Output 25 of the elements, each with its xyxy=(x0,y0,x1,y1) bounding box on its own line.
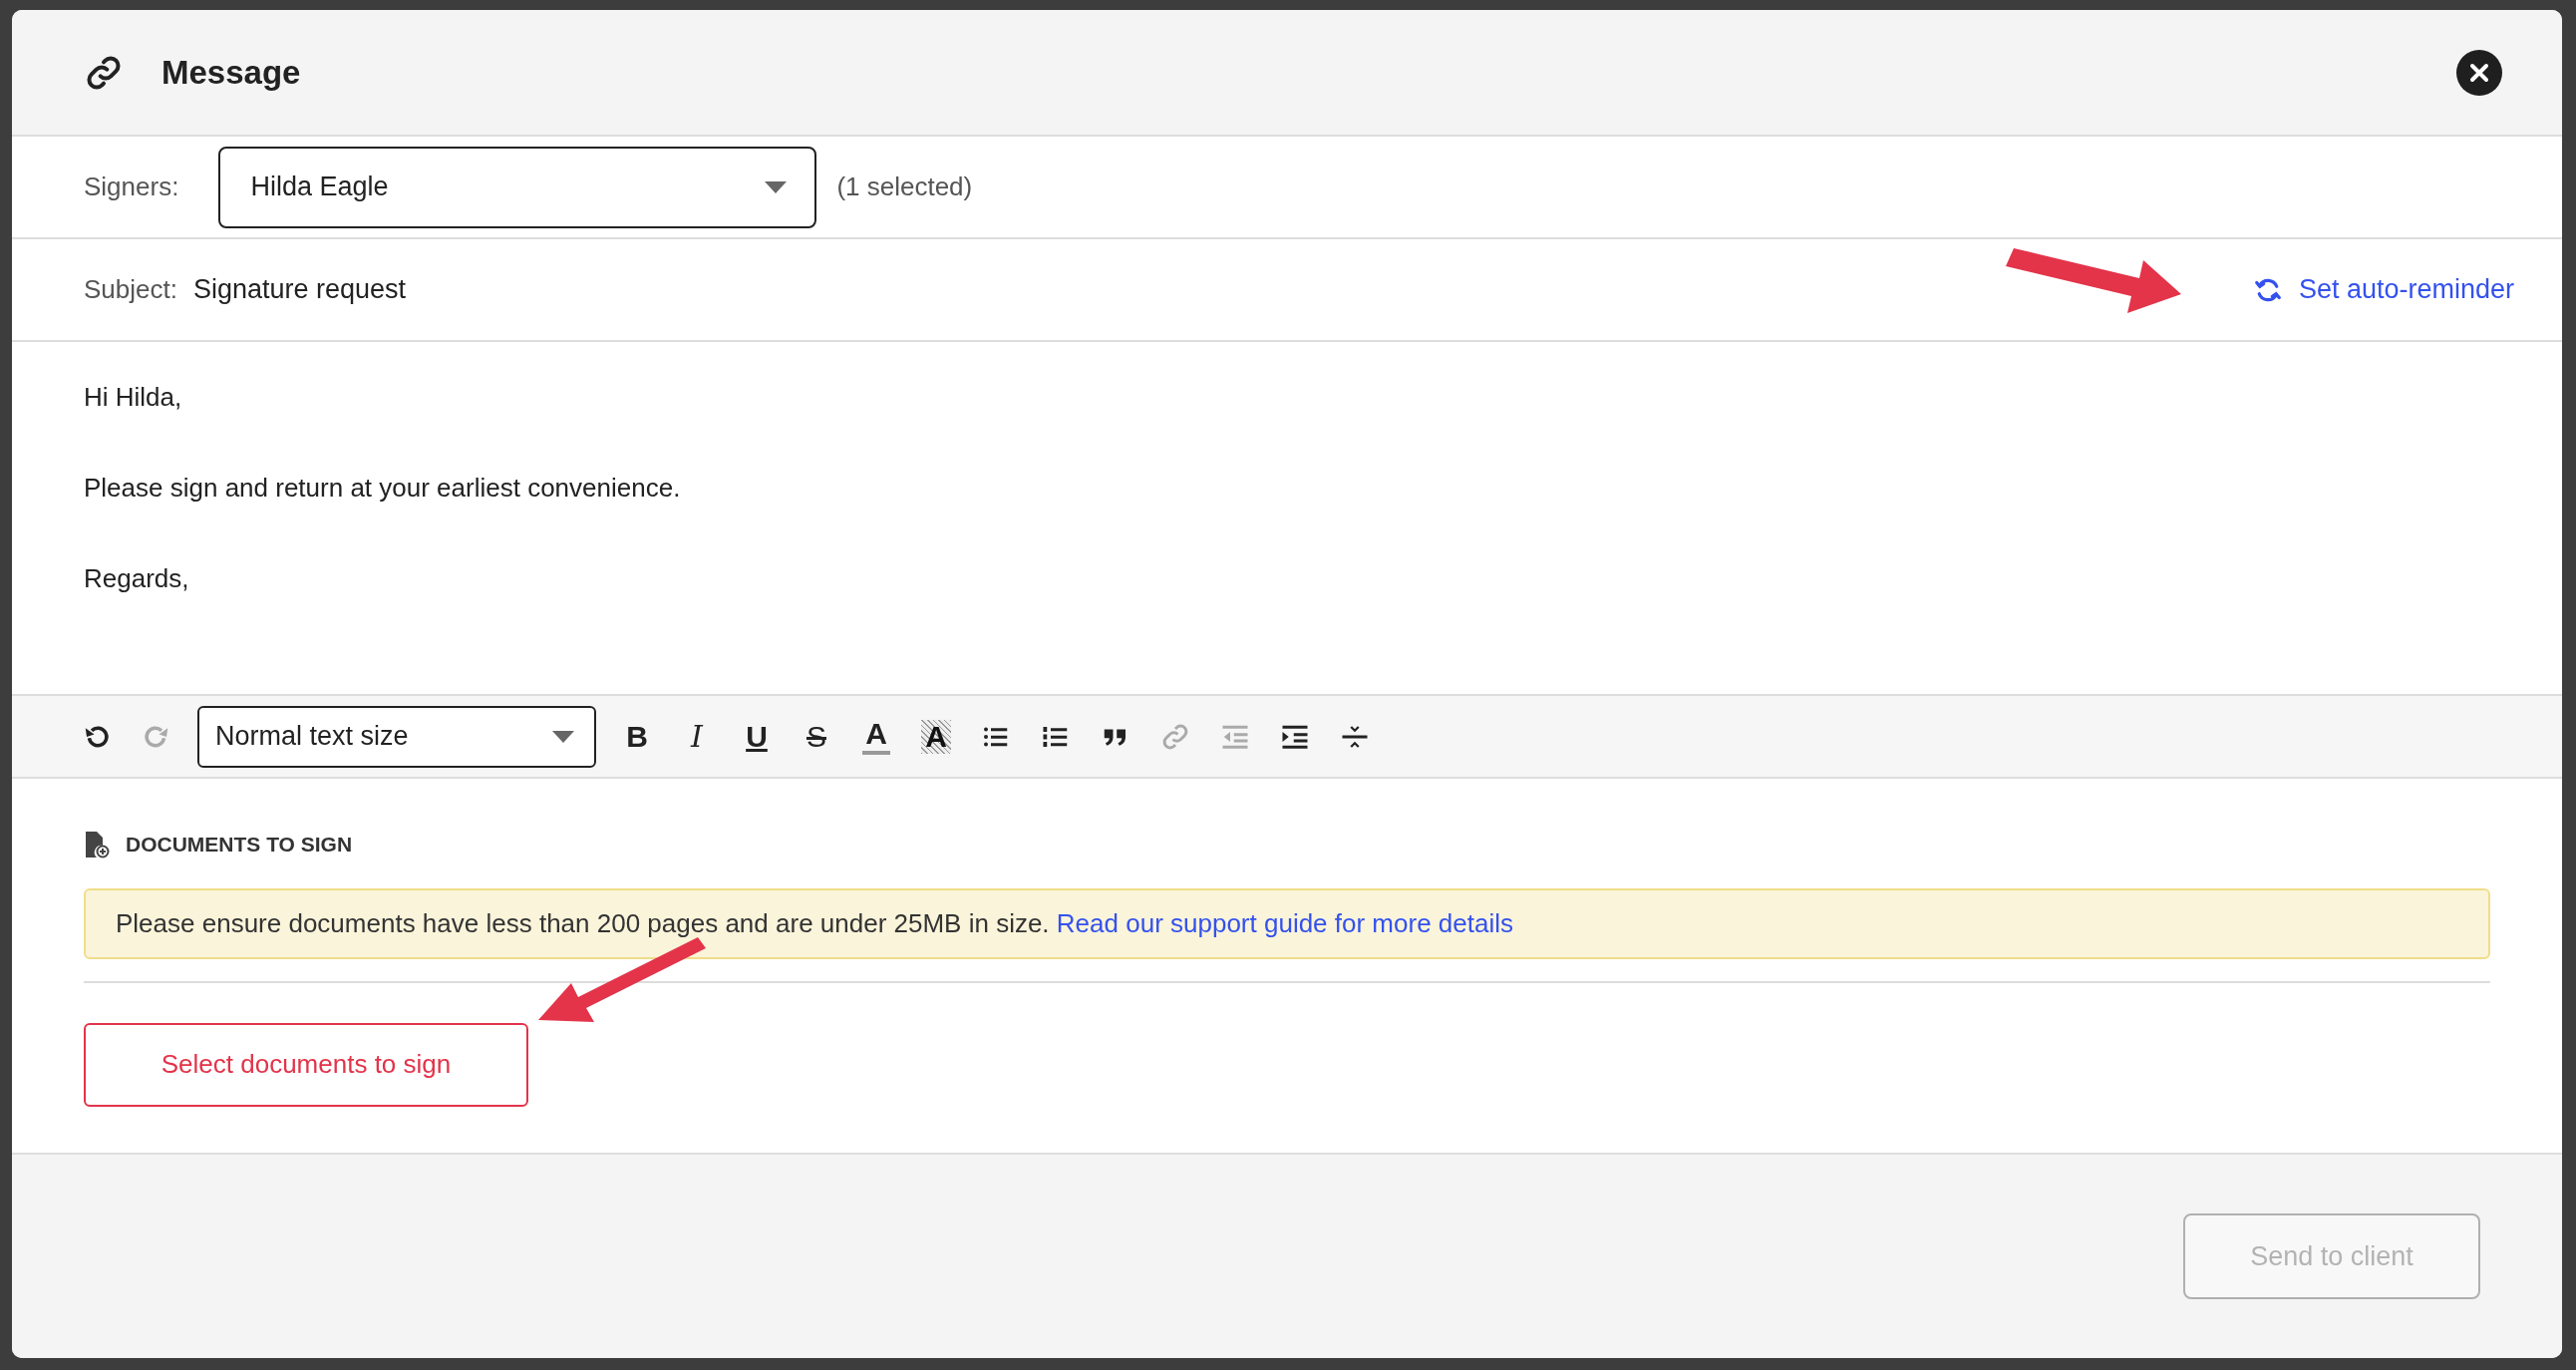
close-icon[interactable] xyxy=(2456,49,2502,96)
caret-icon xyxy=(552,730,574,743)
field-label: Subject: xyxy=(84,273,177,306)
size-notice: Please ensure documents have less than 200 pages and are under 25MB in size. Read our support guide for more details xyxy=(84,887,2490,959)
text-color-button[interactable]: A xyxy=(851,711,901,762)
bold-button[interactable]: B xyxy=(612,711,662,762)
signers-dropdown[interactable]: Hilda Eagle xyxy=(218,146,817,228)
field-label: Signers: xyxy=(84,171,179,203)
text-size-dropdown[interactable]: Normal text size xyxy=(197,705,596,768)
select-documents-button[interactable]: Select documents to sign xyxy=(84,1022,528,1107)
body-paragraph: Please sign and return at your earliest convenience. xyxy=(84,472,681,505)
body-paragraph: Regards, xyxy=(84,562,189,595)
auto-reminder-link[interactable]: Set auto-reminder xyxy=(2298,269,2514,310)
strikethrough-button[interactable]: S xyxy=(792,711,841,762)
caret-icon xyxy=(765,180,788,193)
subject-field[interactable]: Signature request xyxy=(192,269,407,310)
support-guide-link[interactable]: Read our support guide for more details xyxy=(1056,907,1513,938)
dialog-title: Message xyxy=(161,52,301,93)
selection-count: (1 selected) xyxy=(836,171,973,203)
body-paragraph: Hi Hilda, xyxy=(84,381,182,414)
italic-button[interactable]: I xyxy=(672,711,722,762)
document-add-icon xyxy=(84,829,110,859)
underline-button[interactable]: U xyxy=(732,711,782,762)
highlight-button[interactable]: A xyxy=(911,711,961,762)
section-heading: DOCUMENTS TO SIGN xyxy=(126,832,353,857)
